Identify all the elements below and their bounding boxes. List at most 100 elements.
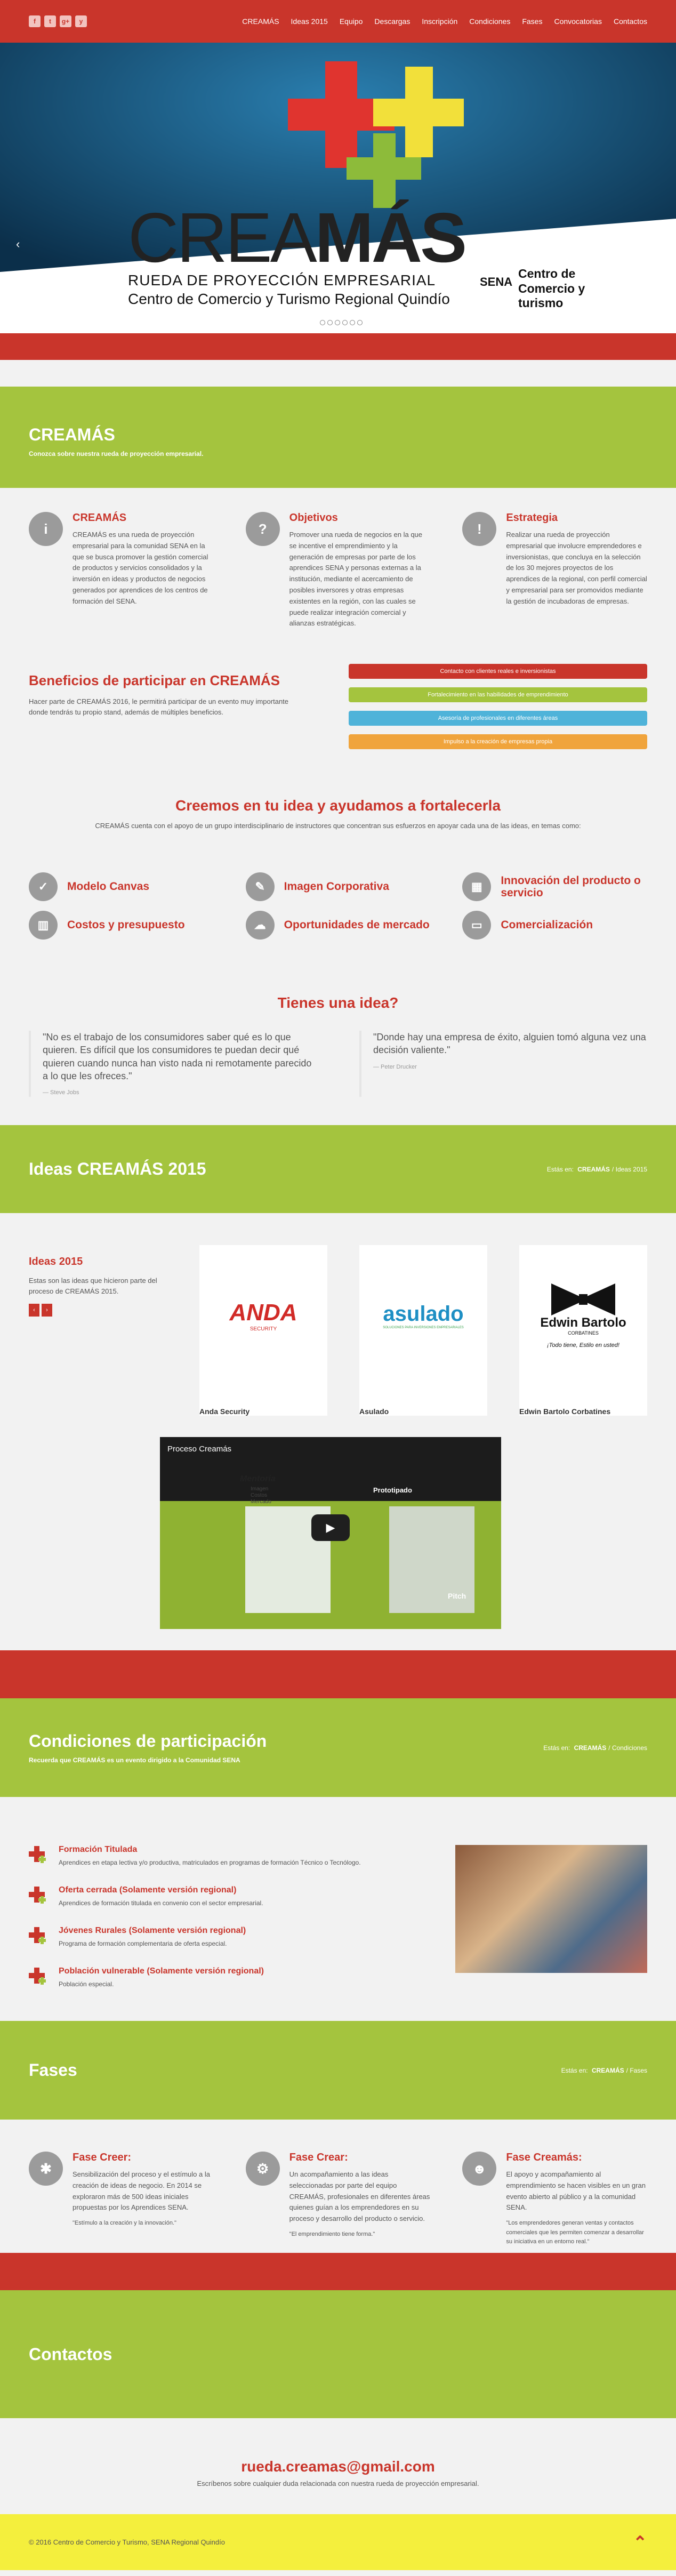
slider-dot[interactable]	[327, 320, 333, 325]
phases-band: Fases Estás en: CREAMÁS / Fases	[0, 2021, 676, 2120]
condition-title: Formación Titulada	[59, 1845, 138, 1854]
contact-text: Escríbenos sobre cualquier duda relacion…	[197, 2479, 479, 2487]
idea-card[interactable]: Edwin Bartolo CORBATINES ¡Todo tiene, Es…	[519, 1245, 647, 1416]
support-item: ▦ Innovación del producto o servicio	[462, 872, 647, 901]
play-button[interactable]: ▶	[311, 1514, 350, 1541]
phases-section: ✱ Fase Creer: Sensibilización del proceso…	[0, 2120, 676, 2253]
ideas-band: Ideas CREAMÁS 2015 Estás en: CREAMÁS / Id…	[0, 1125, 676, 1213]
menu-item-condiciones[interactable]: Condiciones	[469, 17, 510, 26]
checkbox-icon: ✓	[29, 872, 58, 901]
slider-dot[interactable]	[350, 320, 355, 325]
idea-card[interactable]: ANDA SECURITY Anda Security	[199, 1245, 327, 1416]
quote-author: — Peter Drucker	[373, 1063, 417, 1070]
condition-item: Jóvenes Rurales (Solamente versión regio…	[29, 1926, 434, 1947]
plus-icon	[29, 1968, 46, 1985]
slider-dot[interactable]	[320, 320, 325, 325]
support-item: ▥ Costos y presupuesto	[29, 911, 214, 940]
idea-section: Tienes una idea? "No es el trabajo de lo…	[0, 994, 676, 1125]
video-label: Mentoria	[240, 1474, 276, 1483]
menu-item-contactos[interactable]: Contactos	[614, 17, 647, 26]
menu-item-equipo[interactable]: Equipo	[340, 17, 363, 26]
video-title: Proceso Creamás	[167, 1445, 232, 1454]
asulado-logo: asulado SOLUCIONES PARA INVERSIONES EMPR…	[383, 1302, 464, 1329]
feature-title: Estrategia	[506, 512, 558, 524]
phase-item: ⚙ Fase Crear: Un acompañamiento a las ide…	[245, 2152, 431, 2247]
twitter-icon[interactable]: t	[44, 15, 56, 27]
condition-item: Población vulnerable (Solamente versión …	[29, 1967, 434, 1988]
feature-creamas: i CREAMÁS CREAMÁS es una rueda de proyecc…	[29, 512, 214, 629]
intro-band: CREAMÁS Conozca sobre nuestra rueda de p…	[0, 387, 676, 488]
contact-email[interactable]: rueda.creamas@gmail.com	[0, 2458, 676, 2475]
quote-author: — Steve Jobs	[43, 1089, 79, 1096]
hero-slider: CREAMÁS RUEDA DE PROYECCIÓN EMPRESARIAL …	[0, 43, 676, 333]
breadcrumb-home[interactable]: CREAMÁS	[577, 1166, 610, 1173]
menu-item-convocatorias[interactable]: Convocatorias	[554, 17, 602, 26]
carousel-next-button[interactable]: ›	[42, 1304, 52, 1317]
video-player[interactable]: Proceso Creamás Mentoria Imagen Costos Mer…	[160, 1437, 501, 1629]
social-links: f t g+ y	[29, 15, 87, 27]
condition-item: Formación Titulada Aprendices en etapa le…	[29, 1845, 434, 1866]
feature-text: CREAMÁS es una rueda de proyección empre…	[73, 531, 208, 605]
benefits-title: Beneficios de participar en CREAMÁS	[29, 672, 280, 688]
feature-estrategia: ! Estrategia Realizar una rueda de proyec…	[462, 512, 647, 629]
slider-next-button[interactable]: ›	[656, 237, 660, 251]
edwin-bartolo-logo: Edwin Bartolo CORBATINES ¡Todo tiene, Es…	[519, 1245, 647, 1386]
benefit-bar: Fortalecimiento en las habilidades de em…	[349, 687, 647, 702]
footer-copyright: © 2016 Centro de Comercio y Turismo, SEN…	[29, 2538, 225, 2546]
question-icon: ?	[245, 512, 280, 546]
youtube-icon[interactable]: y	[75, 15, 87, 27]
feature-title: CREAMÁS	[73, 512, 127, 524]
quote-block: "No es el trabajo de los consumidores sa…	[29, 1031, 317, 1097]
support-item: ☁ Oportunidades de mercado	[245, 911, 431, 940]
phase-item: ☻ Fase Creamás: El apoyo y acompañamiento…	[462, 2152, 647, 2247]
phase-title: Fase Creer:	[73, 2152, 132, 2163]
carousel-prev-button[interactable]: ‹	[29, 1304, 39, 1317]
phase-title: Fase Crear:	[289, 2152, 348, 2163]
plus-icon	[29, 1927, 46, 1944]
sena-logo: SENA Centro de Comercio y turismo	[480, 267, 625, 311]
slider-dot[interactable]	[342, 320, 348, 325]
menu-item-creamas[interactable]: CREAMÁS	[242, 17, 279, 26]
phase-text: Sensibilización del proceso y el estímul…	[73, 2170, 210, 2212]
google-plus-icon[interactable]: g+	[60, 15, 71, 27]
condition-title: Población vulnerable (Solamente versión …	[59, 1967, 264, 1976]
support-item-label: Oportunidades de mercado	[284, 919, 430, 932]
breadcrumb: Estás en: CREAMÁS / Condiciones	[543, 1744, 647, 1752]
menu-item-fases[interactable]: Fases	[522, 17, 542, 26]
condition-text: Programa de formación complementaria de …	[59, 1940, 227, 1947]
pencil-icon: ✎	[245, 872, 275, 901]
gear-icon: ⚙	[245, 2152, 280, 2186]
phase-text: El apoyo y acompañamiento al emprendimie…	[506, 2170, 646, 2212]
video-label: Pitch	[448, 1592, 466, 1600]
menu-item-inscripcion[interactable]: Inscripción	[422, 17, 457, 26]
benefits-section: Beneficios de participar en CREAMÁS Hace…	[0, 643, 676, 776]
sena-text: Centro de Comercio y turismo	[518, 267, 585, 310]
facebook-icon[interactable]: f	[29, 15, 41, 27]
breadcrumb-home[interactable]: CREAMÁS	[592, 2067, 624, 2074]
phase-quote: "Estímulo a la creación y la innovación.…	[73, 2220, 176, 2227]
info-icon: i	[29, 512, 63, 546]
feature-title: Objetivos	[289, 512, 338, 524]
menu-item-descargas[interactable]: Descargas	[374, 17, 410, 26]
support-item: ✓ Modelo Canvas	[29, 872, 214, 901]
benefits-text: Hacer parte de CREAMÁS 2016, le permitir…	[29, 697, 289, 716]
menu-item-ideas[interactable]: Ideas 2015	[291, 17, 328, 26]
idea-card[interactable]: asulado SOLUCIONES PARA INVERSIONES EMPR…	[359, 1245, 487, 1416]
user-icon: ☻	[462, 2152, 497, 2186]
chart-icon: ▥	[29, 911, 58, 940]
condition-text: Población especial.	[59, 1980, 114, 1988]
ideas-side-title: Ideas 2015	[29, 1256, 83, 1267]
scroll-top-icon[interactable]: ⌃	[633, 2532, 647, 2553]
slider-dot[interactable]	[357, 320, 363, 325]
support-title: Creemos en tu idea y ayudamos a fortalec…	[175, 797, 501, 814]
breadcrumb: Estás en: CREAMÁS / Fases	[561, 2066, 647, 2074]
plus-icon	[29, 1846, 46, 1863]
plus-icon	[29, 1887, 46, 1904]
slider-prev-button[interactable]: ‹	[16, 237, 20, 251]
breadcrumb-home[interactable]: CREAMÁS	[574, 1744, 607, 1752]
phase-text: Un acompañamiento a las ideas selecciona…	[289, 2170, 430, 2223]
conditions-subtitle: Recuerda que CREAMÁS es un evento dirigi…	[29, 1756, 240, 1764]
phases-title: Fases	[29, 2060, 77, 2080]
slider-dot[interactable]	[335, 320, 340, 325]
conditions-section: Formación Titulada Aprendices en etapa le…	[0, 1797, 676, 2021]
